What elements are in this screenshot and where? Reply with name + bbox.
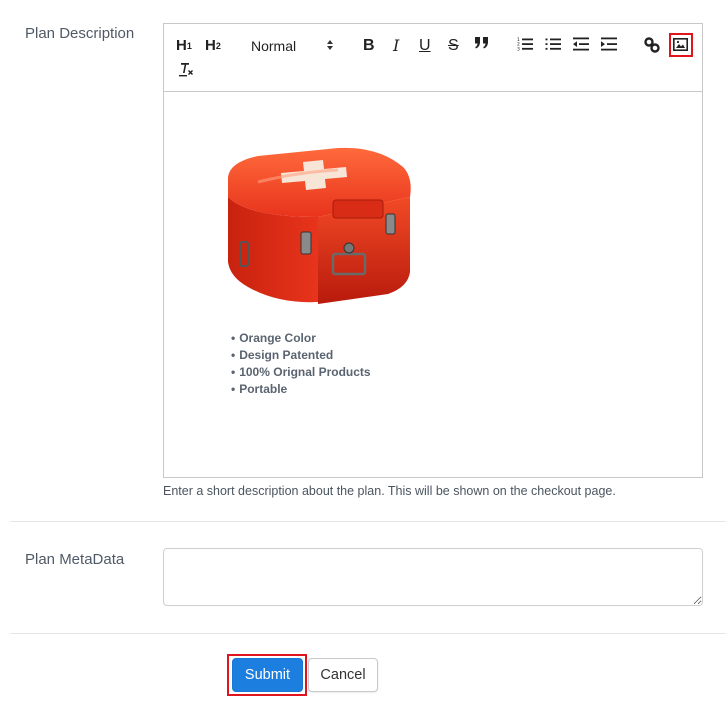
bullet-list-icon — [545, 38, 561, 50]
underline-button[interactable]: U — [419, 37, 431, 55]
clear-format-icon — [179, 63, 193, 77]
feature-item: Portable — [231, 381, 371, 398]
italic-button[interactable]: I — [393, 37, 399, 55]
blockquote-button[interactable] — [474, 36, 490, 50]
link-button[interactable] — [644, 37, 660, 53]
bullet-list-button[interactable] — [545, 37, 561, 51]
bold-button[interactable]: B — [363, 37, 375, 55]
ordered-list-button[interactable]: 123 — [517, 37, 533, 51]
plan-description-label: Plan Description — [25, 25, 135, 42]
image-button-highlight — [669, 33, 693, 57]
indent-icon — [601, 37, 617, 51]
feature-item: Design Patented — [231, 347, 371, 364]
outdent-icon — [573, 37, 589, 51]
first-aid-case-image — [228, 147, 411, 304]
strike-button[interactable]: S — [448, 37, 459, 55]
select-arrows-icon — [326, 38, 334, 55]
header-1-button[interactable]: H1 — [176, 37, 192, 55]
ordered-list-icon: 123 — [517, 37, 533, 51]
feature-list: Orange Color Design Patented 100% Origna… — [231, 330, 371, 398]
editor-content[interactable]: Orange Color Design Patented 100% Origna… — [164, 92, 702, 477]
quote-icon — [475, 37, 488, 49]
indent-increase-button[interactable] — [601, 37, 617, 51]
plan-metadata-label: Plan MetaData — [25, 551, 125, 568]
submit-button[interactable]: Submit — [232, 658, 303, 692]
rich-text-editor: H1 H2 Normal B I U S 123 • Orange Color … — [163, 23, 703, 478]
header-2-button[interactable]: H2 — [205, 37, 221, 55]
link-icon — [644, 37, 660, 53]
plan-metadata-input[interactable] — [163, 548, 703, 606]
feature-item: 100% Orignal Products — [231, 364, 370, 381]
format-select[interactable]: Normal — [251, 37, 296, 55]
svg-text:3: 3 — [517, 46, 520, 51]
indent-decrease-button[interactable] — [573, 37, 589, 51]
clean-format-button[interactable] — [178, 62, 194, 78]
feature-item: Orange Color — [231, 330, 371, 347]
section-divider — [10, 633, 726, 634]
editor-toolbar: H1 H2 Normal B I U S 123 — [164, 24, 702, 92]
cancel-button[interactable]: Cancel — [308, 658, 378, 692]
description-help-text: Enter a short description about the plan… — [163, 484, 616, 498]
section-divider — [10, 521, 726, 522]
